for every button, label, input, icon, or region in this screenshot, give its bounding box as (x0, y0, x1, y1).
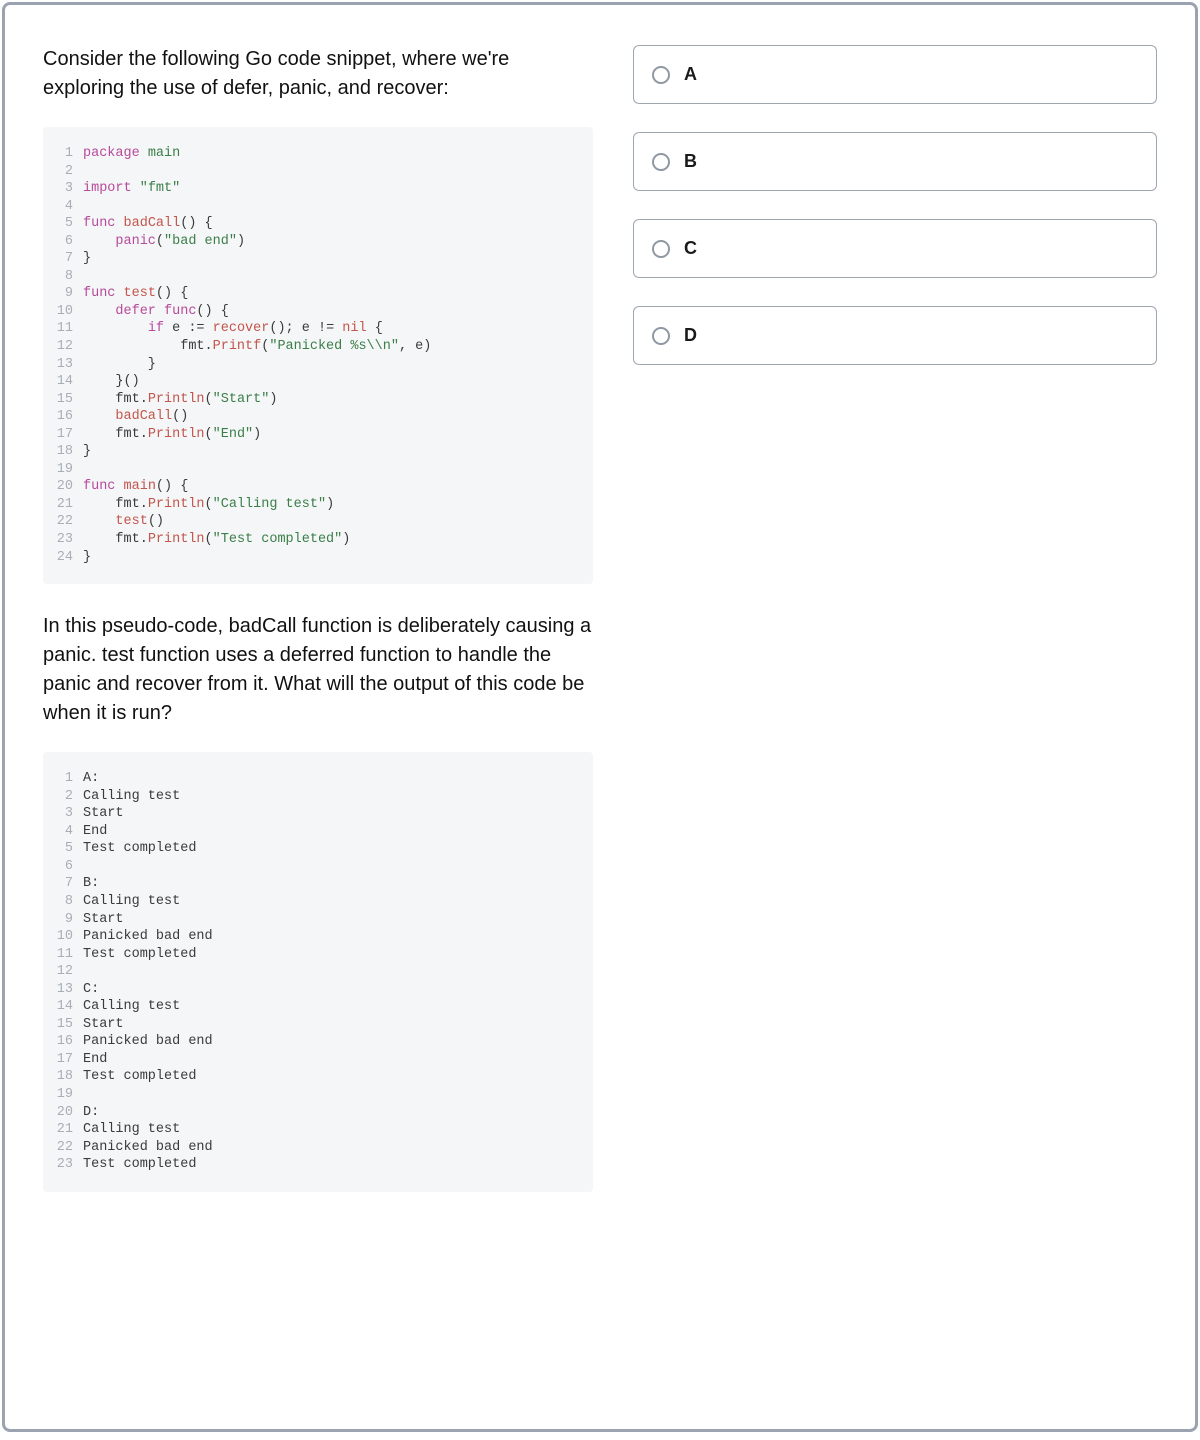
radio-icon (652, 240, 670, 258)
option-label: B (684, 151, 697, 172)
code-snippet: 1package main23import "fmt"45func badCal… (43, 127, 593, 584)
option-d[interactable]: D (633, 306, 1157, 365)
question-followup: In this pseudo-code, badCall function is… (43, 612, 593, 728)
question-column: Consider the following Go code snippet, … (43, 45, 593, 1389)
option-label: A (684, 64, 697, 85)
option-a[interactable]: A (633, 45, 1157, 104)
radio-icon (652, 66, 670, 84)
radio-icon (652, 327, 670, 345)
question-intro: Consider the following Go code snippet, … (43, 45, 593, 103)
answer-choices-block: 1A:2Calling test3Start4End5Test complete… (43, 752, 593, 1192)
radio-icon (652, 153, 670, 171)
option-b[interactable]: B (633, 132, 1157, 191)
quiz-container: Consider the following Go code snippet, … (2, 2, 1198, 1432)
option-label: D (684, 325, 697, 346)
option-label: C (684, 238, 697, 259)
options-column: A B C D (633, 45, 1157, 1389)
option-c[interactable]: C (633, 219, 1157, 278)
